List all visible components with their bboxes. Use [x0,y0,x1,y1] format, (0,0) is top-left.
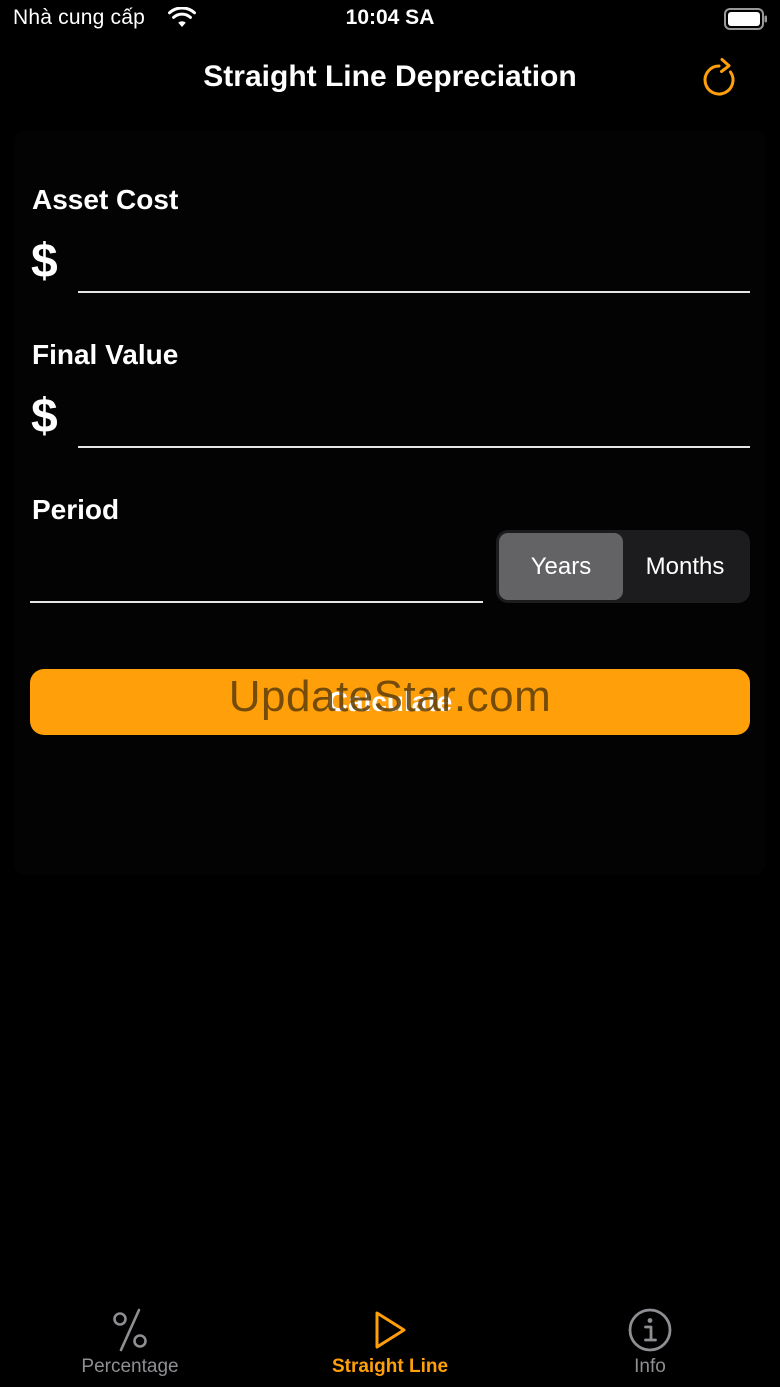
period-input[interactable] [30,550,483,603]
status-time: 10:04 SA [345,6,435,29]
segment-months[interactable]: Months [623,533,747,600]
tab-percentage-label: Percentage [81,1356,179,1377]
status-bar: Nhà cung cấp 10:04 SA [0,0,780,40]
info-icon [626,1306,674,1354]
refresh-button[interactable] [698,56,742,100]
final-value-input[interactable] [78,395,750,448]
tab-percentage[interactable]: Percentage [0,1290,260,1387]
tab-info[interactable]: Info [520,1290,780,1387]
tab-straight-line-label: Straight Line [331,1356,449,1377]
asset-cost-label: Asset Cost [32,184,179,215]
percent-icon [106,1306,154,1354]
tab-bar: Percentage Straight Line Info [0,1290,780,1387]
period-unit-segmented-control: Years Months [496,530,750,603]
page-title: Straight Line Depreciation [203,60,577,93]
final-value-label: Final Value [32,339,179,370]
period-label: Period [32,494,120,525]
calculate-button[interactable]: Calculate [30,669,750,735]
segment-years[interactable]: Years [499,533,623,600]
final-value-currency: $ [31,390,58,443]
tab-info-label: Info [634,1356,666,1377]
asset-cost-currency: $ [31,235,58,288]
tab-straight-line[interactable]: Straight Line [260,1290,520,1387]
refresh-icon [703,58,735,96]
battery-icon [724,8,768,30]
asset-cost-input[interactable] [78,240,750,293]
play-icon [366,1306,414,1354]
